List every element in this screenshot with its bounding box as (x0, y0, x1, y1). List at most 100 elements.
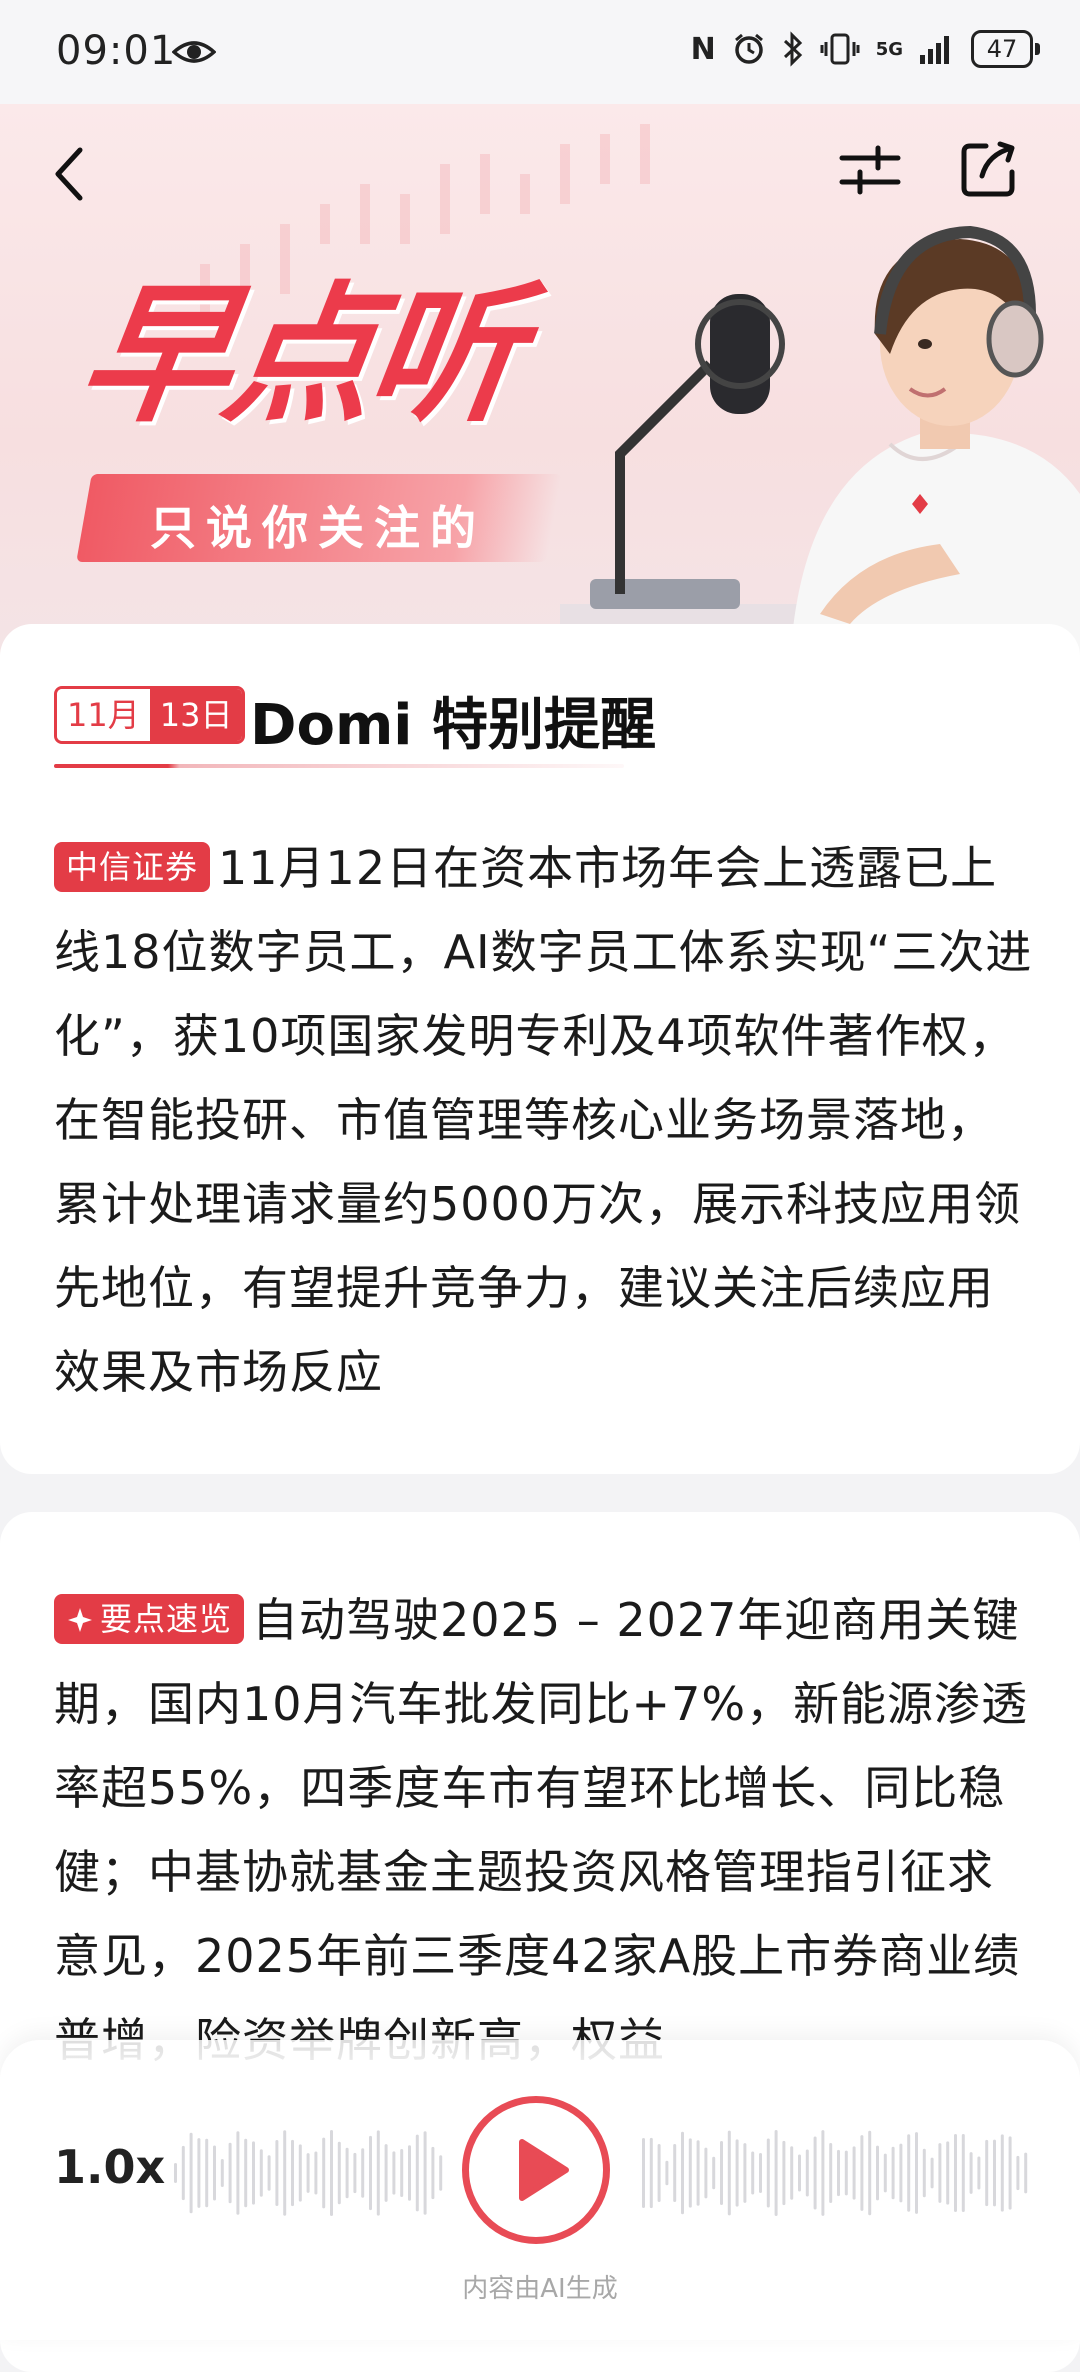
waveform-bar (220, 2159, 224, 2187)
waveform-bar (205, 2138, 209, 2208)
waveform-bar (657, 2143, 661, 2203)
ai-generated-note: 内容由AI生成 (462, 2274, 618, 2304)
playback-speed-button[interactable]: 1.0x (54, 2140, 165, 2194)
waveform-bar (649, 2137, 653, 2209)
waveform-bar (961, 2133, 965, 2213)
date-badge: 11月 13日 (54, 686, 246, 744)
network-type: 5G (875, 38, 903, 60)
audio-player: 1.0x 内容由AI生成 (0, 2040, 1080, 2340)
waveform-bar (384, 2144, 388, 2202)
waveform-bar (907, 2134, 911, 2212)
waveform-bar (704, 2147, 708, 2199)
waveform-bar (844, 2150, 848, 2196)
summary-tag-label: 要点速览 (100, 1600, 233, 1638)
waveform-bar (688, 2138, 692, 2208)
waveform-bar (766, 2138, 770, 2208)
waveform-bar (759, 2153, 762, 2193)
eye-icon (172, 41, 216, 63)
waveform-bar (228, 2142, 232, 2204)
waveform-bar (673, 2144, 677, 2202)
waveform-bar (735, 2139, 739, 2207)
waveform-bar (314, 2151, 318, 2195)
waveform-bar (782, 2140, 786, 2206)
waveform-bar (1000, 2134, 1004, 2212)
waveform-bar (993, 2139, 996, 2207)
waveform-bar (213, 2145, 216, 2201)
waveform-bar (252, 2141, 255, 2205)
waveform-bar (665, 2160, 669, 2186)
play-icon (488, 2122, 584, 2218)
signal-icon (920, 36, 949, 64)
waveform-bar (891, 2146, 895, 2200)
status-time: 09:01 (56, 28, 177, 74)
news-item[interactable]: 要点速览 自动驾驶2025 – 2027年迎商用关键期，国内10月汽车批发同比+7… (54, 1578, 1034, 2082)
waveform-bar (275, 2139, 279, 2207)
waveform-bar (1008, 2136, 1012, 2210)
nfc-icon: N (690, 31, 716, 67)
waveform-bar (408, 2145, 411, 2201)
battery-level: 47 (971, 30, 1033, 68)
status-bar: 09:01 N 5G 47 (0, 0, 1080, 104)
play-button[interactable] (462, 2096, 610, 2244)
waveform-bar (431, 2146, 435, 2200)
waveform-bar (868, 2130, 872, 2216)
waveform-bar (922, 2148, 926, 2198)
waveform-bar (392, 2151, 396, 2195)
waveform-bar (423, 2131, 427, 2215)
waveform-bar (236, 2131, 240, 2215)
waveform-bar (174, 2163, 177, 2183)
reminder-card: 11月 13日 Domi 特别提醒 中信证券 11月12日在资本市场年会上透露已上… (0, 624, 1080, 1474)
waveform-bar (790, 2146, 794, 2200)
waveform-bar (774, 2130, 778, 2216)
waveform-bar (805, 2149, 809, 2197)
waveform-bar (642, 2138, 645, 2208)
news-text: 自动驾驶2025 – 2027年迎商用关键期，国内10月汽车批发同比+7%，新能… (54, 1593, 1029, 2067)
section-title: Domi 特别提醒 (250, 693, 656, 758)
filter-icon[interactable] (838, 142, 902, 198)
waveform-bar (369, 2135, 372, 2211)
waveform-bar (985, 2139, 989, 2207)
waveform-bar (938, 2143, 942, 2203)
share-icon[interactable] (958, 140, 1018, 200)
waveform-bar (439, 2155, 443, 2191)
waveform-bar (876, 2145, 879, 2201)
vibrate-icon (820, 33, 860, 65)
waveform-bar (376, 2130, 380, 2216)
waveform-bar (954, 2134, 957, 2212)
alarm-icon (734, 33, 763, 64)
waveform-bar (930, 2157, 934, 2189)
waveform-bar (946, 2141, 950, 2205)
news-text: 11月12日在资本市场年会上透露已上线18位数字员工，AI数字员工体系实现“三次… (54, 841, 1033, 1399)
waveform-bar (813, 2136, 817, 2210)
waveform-bar (681, 2131, 684, 2215)
podcast-host-illustration (560, 225, 1080, 664)
waveform-bar (306, 2153, 310, 2193)
waveform-bar (915, 2132, 918, 2214)
waveform-bar (283, 2130, 287, 2216)
waveform-bar (969, 2152, 973, 2194)
sparkle-icon (68, 1608, 92, 1632)
waveform-bar (860, 2135, 864, 2211)
waveform-bar (743, 2143, 747, 2203)
date-month: 11月 (57, 689, 150, 741)
source-tag: 中信证券 (54, 842, 211, 892)
banner-subtitle: 只说你关注的 (150, 501, 486, 555)
waveform-bar (259, 2149, 263, 2197)
waveform-bar (267, 2155, 271, 2191)
waveform-bar (829, 2143, 833, 2203)
news-item[interactable]: 中信证券 11月12日在资本市场年会上透露已上线18位数字员工，AI数字员工体系实… (54, 826, 1034, 1414)
waveform-bar (977, 2156, 981, 2190)
waveform-bar (883, 2153, 887, 2193)
waveform-bar (696, 2140, 700, 2206)
waveform-bar (361, 2148, 365, 2198)
summary-tag: 要点速览 (54, 1594, 245, 1644)
battery-icon: 47 (971, 30, 1040, 68)
waveform-bar (837, 2149, 840, 2197)
back-icon[interactable] (50, 144, 90, 204)
waveform-bar (400, 2149, 404, 2197)
waveform-bar (852, 2146, 856, 2200)
waveform-bar (337, 2141, 341, 2205)
waveform-bar (1024, 2152, 1028, 2194)
title-underline (54, 764, 624, 768)
waveform-bar (751, 2151, 755, 2195)
